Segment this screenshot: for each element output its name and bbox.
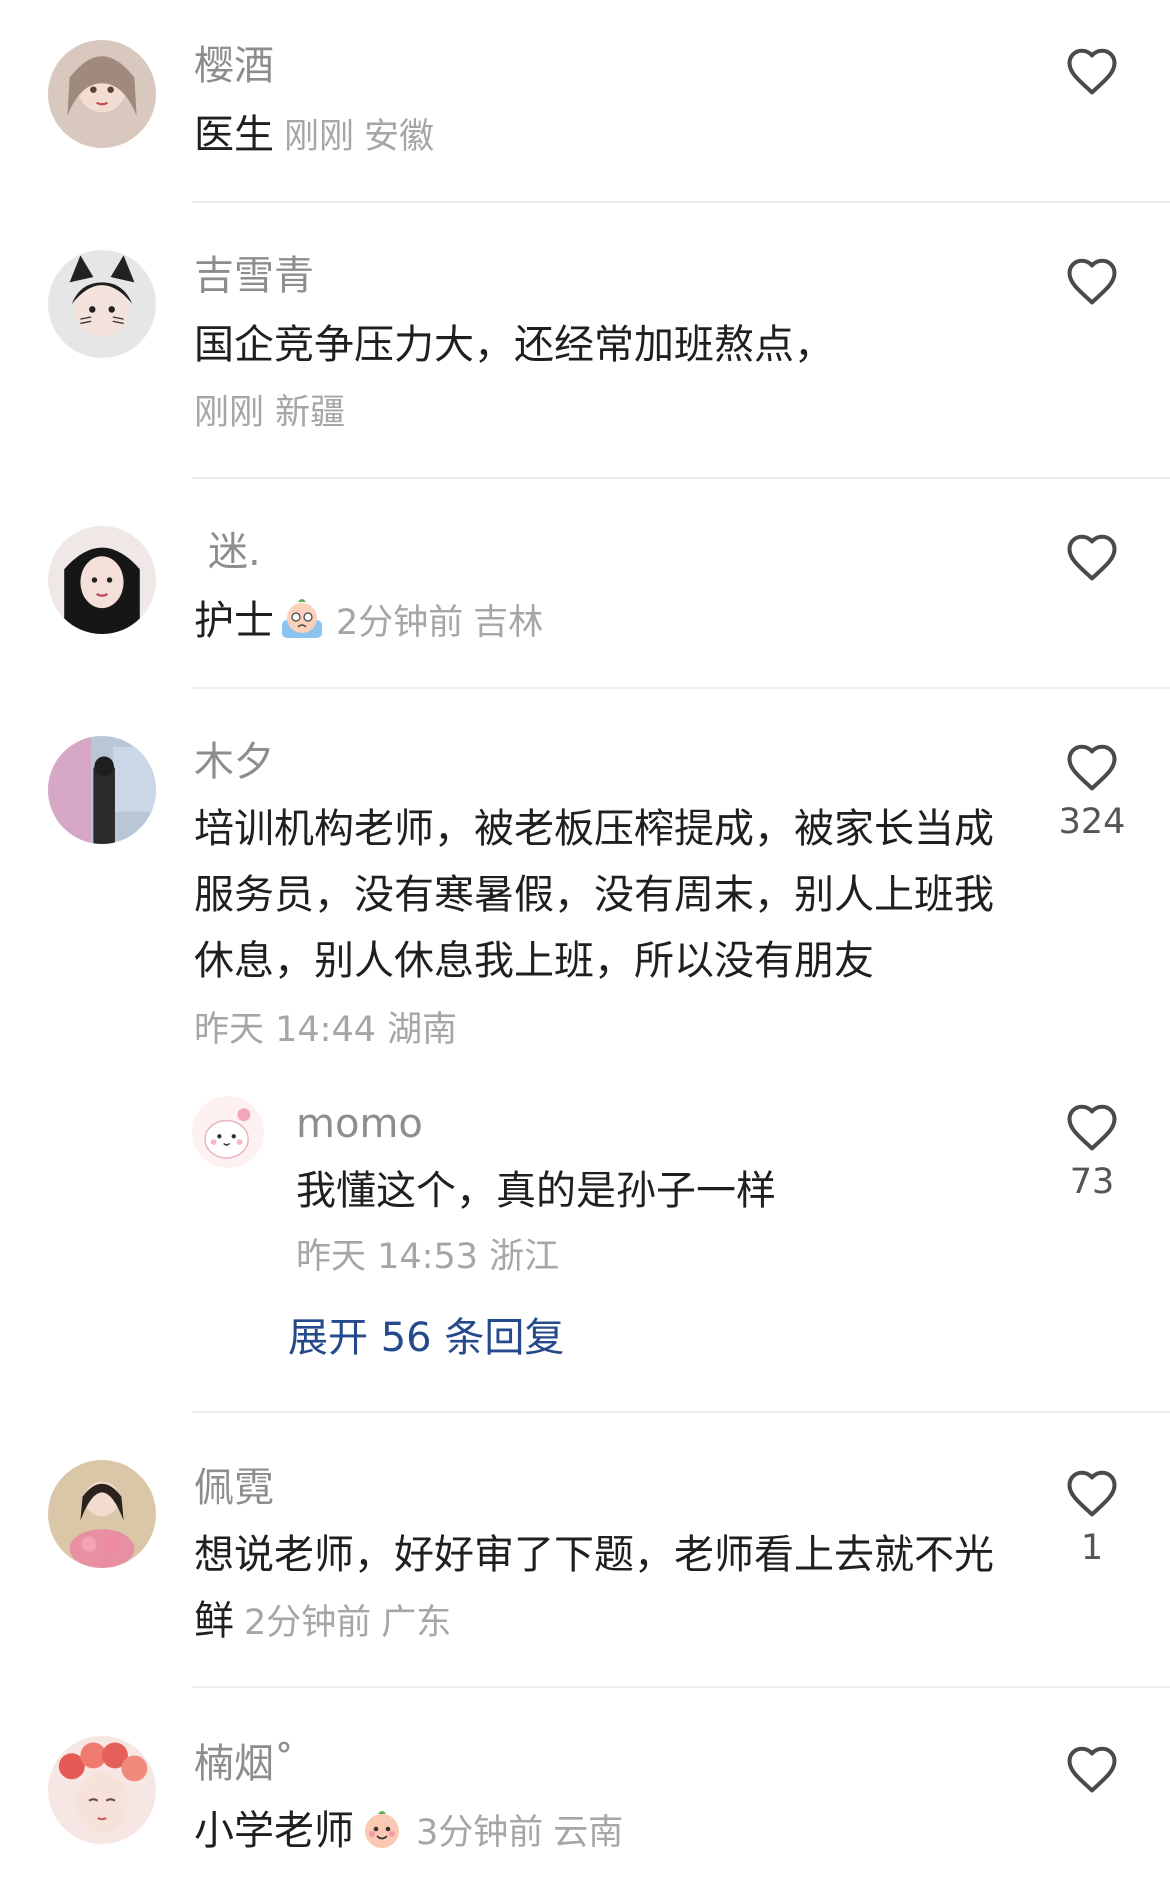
comment-location: 安徽 [364,117,435,157]
reply-body: 我懂这个，真的是孙子一样 [296,1168,776,1214]
comment-time: 昨天 14:44 [194,1010,376,1050]
heart-outline-icon [1067,744,1117,791]
comment-time: 刚刚 [194,393,265,433]
like-button[interactable] [1044,532,1140,582]
divider [192,1411,1170,1413]
comment-body: 培训机构老师，被老板压榨提成，被家长当成服务员，没有寒暑假，没有周末，别人上班我… [194,806,994,984]
username[interactable]: 吉雪青 [194,250,314,302]
username[interactable]: 迷. [194,526,261,578]
like-button[interactable]: 324 [1044,742,1140,844]
avatar[interactable] [48,1460,156,1568]
reply-text: 我懂这个，真的是孙子一样 [296,1158,1016,1224]
comment-text: 医生 刚刚 安徽 [194,102,1024,170]
username[interactable]: 佩霓 [194,1462,274,1514]
divider [192,1686,1170,1688]
comment-text: 培训机构老师，被老板压榨提成，被家长当成服务员，没有寒暑假，没有周末，别人上班我… [194,796,1014,994]
reply-time: 昨天 14:53 [296,1237,478,1277]
like-button[interactable] [1044,46,1140,96]
comment-text: 护士 2分钟前 吉林 [194,588,1024,656]
avatar[interactable] [48,250,156,358]
peach-smile-emoji-icon [365,1811,399,1848]
heart-outline-icon [1067,534,1117,581]
comment-time: 3分钟前 [416,1813,544,1853]
comment-location: 湖南 [387,1010,458,1050]
avatar[interactable] [48,40,156,148]
comment-location: 广东 [381,1603,452,1643]
comment-time: 2分钟前 [336,603,464,643]
heart-outline-icon [1067,1746,1117,1793]
comment-time: 2分钟前 [244,1603,372,1643]
heart-outline-icon [1067,48,1117,95]
heart-outline-icon [1067,1470,1117,1517]
heart-outline-icon [1067,258,1117,305]
username[interactable]: 木夕 [194,736,274,788]
username[interactable]: 樱酒 [194,40,274,92]
reply-like-button[interactable]: 73 [1044,1102,1140,1204]
comment-location: 新疆 [275,393,346,433]
reply-location: 浙江 [489,1237,560,1277]
comment-location: 吉林 [473,603,544,643]
reply-username[interactable]: momo [296,1098,423,1150]
like-button[interactable]: 1 [1044,1468,1140,1570]
reply-avatar[interactable] [192,1096,264,1168]
comment-text: 国企竞争压力大，还经常加班熬点， [194,312,1024,378]
like-count: 1 [1080,1528,1104,1568]
divider [192,477,1170,479]
comment-text: 想说老师，好好审了下题，老师看上去就不光鲜 2分钟前 广东 [194,1522,1014,1656]
username[interactable]: 楠烟˚ [194,1738,294,1790]
divider [192,201,1170,203]
reply-meta: 昨天 14:53 浙江 [296,1232,559,1282]
like-button[interactable] [1044,256,1140,306]
avatar[interactable] [48,526,156,634]
comment-body: 护士 [194,598,274,644]
like-count: 324 [1058,802,1126,842]
avatar[interactable] [48,1736,156,1844]
crying-emoji-icon [282,599,322,638]
comment-meta: 昨天 14:44 湖南 [194,1005,457,1055]
reply-like-count: 73 [1069,1162,1115,1202]
comment-body: 小学老师 [194,1808,354,1854]
comment-body: 医生 [194,112,274,158]
comment-text: 小学老师 3分钟前 云南 [194,1798,1024,1866]
comment-body: 国企竞争压力大，还经常加班熬点， [194,322,834,368]
comment-time: 刚刚 [284,117,355,157]
comment-meta: 刚刚 新疆 [194,388,345,438]
like-button[interactable] [1044,1744,1140,1794]
comment-location: 云南 [553,1813,624,1853]
avatar[interactable] [48,736,156,844]
expand-replies-link[interactable]: 展开 56 条回复 [288,1310,564,1366]
heart-outline-icon [1067,1104,1117,1151]
divider [192,687,1170,689]
